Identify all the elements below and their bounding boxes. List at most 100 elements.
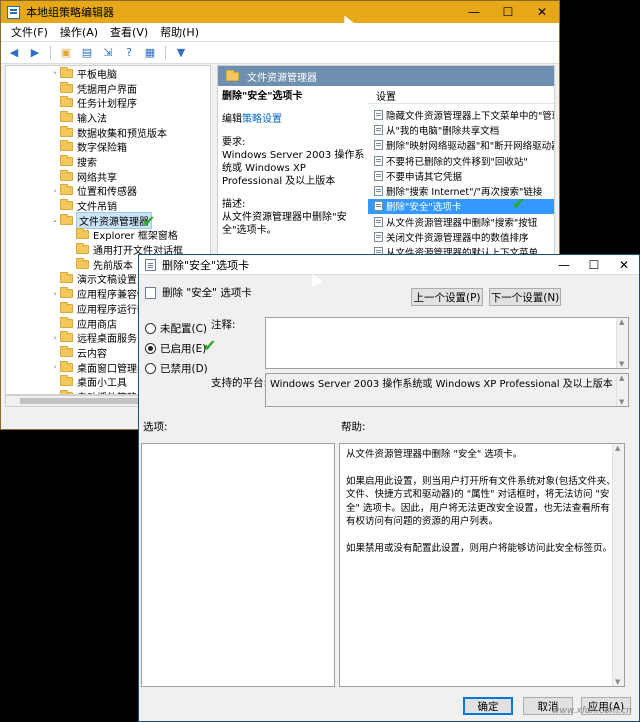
menu-help[interactable]: 帮助(H) [154,24,205,40]
export-icon[interactable]: ⇲ [99,45,117,61]
maximize-icon[interactable]: ☐ [491,1,525,23]
radio-circle[interactable] [145,343,156,354]
minimize-icon[interactable]: — [457,1,491,23]
tree-item[interactable]: › 平板电脑 [6,66,210,81]
dialog-title-bar[interactable]: 删除"安全"选项卡 — ☐ ✕ [139,255,639,275]
folder-icon [60,301,73,313]
folder-icon [76,257,89,269]
filter-icon[interactable]: ▼ [172,45,190,61]
help-icon[interactable]: ? [120,45,138,61]
details-header: 文件资源管理器 [218,66,554,86]
tree-item[interactable]: 搜索 [6,154,210,169]
ok-button[interactable]: 确定 [463,697,513,715]
help-scrollbar[interactable] [612,444,624,686]
comment-scrollbar[interactable] [616,318,628,368]
properties-icon[interactable]: ▦ [141,45,159,61]
menu-file[interactable]: 文件(F) [5,24,54,40]
maximize-icon[interactable]: ☐ [579,255,609,275]
tree-item[interactable]: 输入法 [6,110,210,125]
expand-arrow-icon[interactable]: › [50,334,60,342]
gpedit-title-bar[interactable]: 本地组策略编辑器 — ☐ ✕ [1,1,559,23]
tree-item-label: 数据收集和预览版本 [77,128,167,140]
help-pane: 从文件资源管理器中删除 "安全" 选项卡。 如果启用此设置，则当用户打开所有文件… [339,443,625,687]
toolbar-separator [50,45,51,60]
setting-row[interactable]: 不要将已删除的文件移到"回收站" [368,153,554,168]
forward-arrow-icon[interactable]: ▶ [26,45,44,61]
menu-action[interactable]: 操作(A) [54,24,104,40]
folder-icon [60,360,73,372]
setting-row[interactable]: 删除"映射网络驱动器"和"断开网络驱动器" [368,138,554,153]
radio-enabled[interactable]: 已启用(E) [145,341,206,356]
tree-item[interactable]: 凭据用户界面 [6,81,210,96]
settings-column-header[interactable]: 设置 [368,88,554,104]
tree-item-label: 输入法 [77,113,107,125]
tree-item-label: 数字保险箱 [77,143,127,155]
menu-view[interactable]: 查看(V) [104,24,154,40]
next-setting-button[interactable]: 下一个设置(N) [489,288,561,306]
edit-policy-link[interactable]: 策略设置 [242,114,282,125]
help-paragraph: 如果启用此设置，则当用户打开所有文件系统对象(包括文件夹、文件、快捷方式和驱动器… [346,475,616,528]
folder-icon [60,375,73,387]
options-label: 选项: [143,421,168,433]
setting-row[interactable]: 隐藏文件资源管理器上下文菜单中的"管理" [368,107,554,122]
policy-setting-icon [145,286,156,299]
setting-row[interactable]: 从"我的电脑"删除共享文档 [368,122,554,137]
green-checkmark-icon: ✔ [512,194,526,213]
gpedit-menubar: 文件(F) 操作(A) 查看(V) 帮助(H) [1,23,559,42]
show-hide-tree-icon[interactable]: ▤ [78,45,96,61]
radio-not-configured[interactable]: 未配置(C) [145,321,207,336]
watermark: www.xfdn.com.cn [552,706,632,716]
setting-label: 不要申请其它凭据 [386,171,463,183]
setting-row[interactable]: 从文件资源管理器中删除"搜索"按钮 [368,214,554,229]
folder-icon [226,69,239,81]
tree-item[interactable]: › 位置和传感器 [6,184,210,198]
radio-circle[interactable] [145,323,156,334]
tree-item-label: 任务计划程序 [77,99,137,111]
setting-label: 从文件资源管理器中删除"搜索"按钮 [386,217,538,229]
minimize-icon[interactable]: — [549,255,579,275]
setting-row[interactable]: 删除"搜索 Internet"/"再次搜索"链接 [368,183,554,198]
tree-item-label: 桌面小工具 [77,378,127,390]
setting-row[interactable]: 删除"安全"选项卡 [368,198,554,215]
tree-item-label: 应用程序兼容性 [77,290,147,302]
settings-rows: 隐藏文件资源管理器上下文菜单中的"管理" 从"我的电脑"删除共享文档 删除"映射网络… [368,107,554,260]
radio-disabled[interactable]: 已禁用(D) [145,361,208,376]
supported-platform-text: Windows Server 2003 操作系统或 Windows XP Pro… [270,379,613,390]
tree-item[interactable]: Explorer 框架窗格 [6,228,210,242]
policy-setting-icon [374,170,383,181]
folder-icon [60,345,73,357]
radio-circle[interactable] [145,363,156,374]
policy-setting-icon [374,155,383,166]
setting-row[interactable]: 关闭文件资源管理器中的数值排序 [368,229,554,244]
previous-setting-button[interactable]: 上一个设置(P) [411,288,483,306]
expand-arrow-icon[interactable]: ⌄ [50,216,60,224]
folder-icon [60,213,73,225]
policy-setting-icon [374,140,383,151]
radio-label: 已禁用(D) [160,363,208,375]
tree-item-label: 先前版本 [93,260,133,272]
close-icon[interactable]: ✕ [609,255,639,275]
radio-label: 未配置(C) [160,323,208,335]
tree-item[interactable]: 数据收集和预览版本 [6,125,210,140]
tree-item[interactable]: 文件吊销 [6,198,210,213]
expand-arrow-icon[interactable]: › [50,69,60,77]
setting-row[interactable]: 不要申请其它凭据 [368,168,554,183]
policy-description: 删除"安全"选项卡 编辑策略设置 要求: Windows Server 2003… [222,90,366,247]
expand-arrow-icon[interactable]: › [50,290,60,298]
policy-setting-dialog: 删除"安全"选项卡 — ☐ ✕ 删除 "安全" 选项卡 上一个设置(P) 下一个… [138,254,640,722]
expand-arrow-icon[interactable]: › [50,363,60,371]
comment-textarea[interactable] [265,317,629,369]
tree-item[interactable]: 网络共享 [6,169,210,184]
tree-item[interactable]: 任务计划程序 [6,95,210,110]
tree-item-label: 凭据用户界面 [77,84,137,96]
tree-item[interactable]: ⌄ 文件资源管理器 [6,211,210,229]
tree-item[interactable]: 数字保险箱 [6,139,210,154]
tree-item-label: 应用商店 [77,319,117,331]
policy-title: 删除"安全"选项卡 [222,91,303,102]
description-label: 描述: [222,199,246,210]
folder-up-icon[interactable]: ▣ [57,45,75,61]
close-icon[interactable]: ✕ [525,1,559,23]
back-arrow-icon[interactable]: ◀ [5,45,23,61]
expand-arrow-icon[interactable]: › [50,187,60,195]
platform-scrollbar[interactable] [616,374,628,406]
